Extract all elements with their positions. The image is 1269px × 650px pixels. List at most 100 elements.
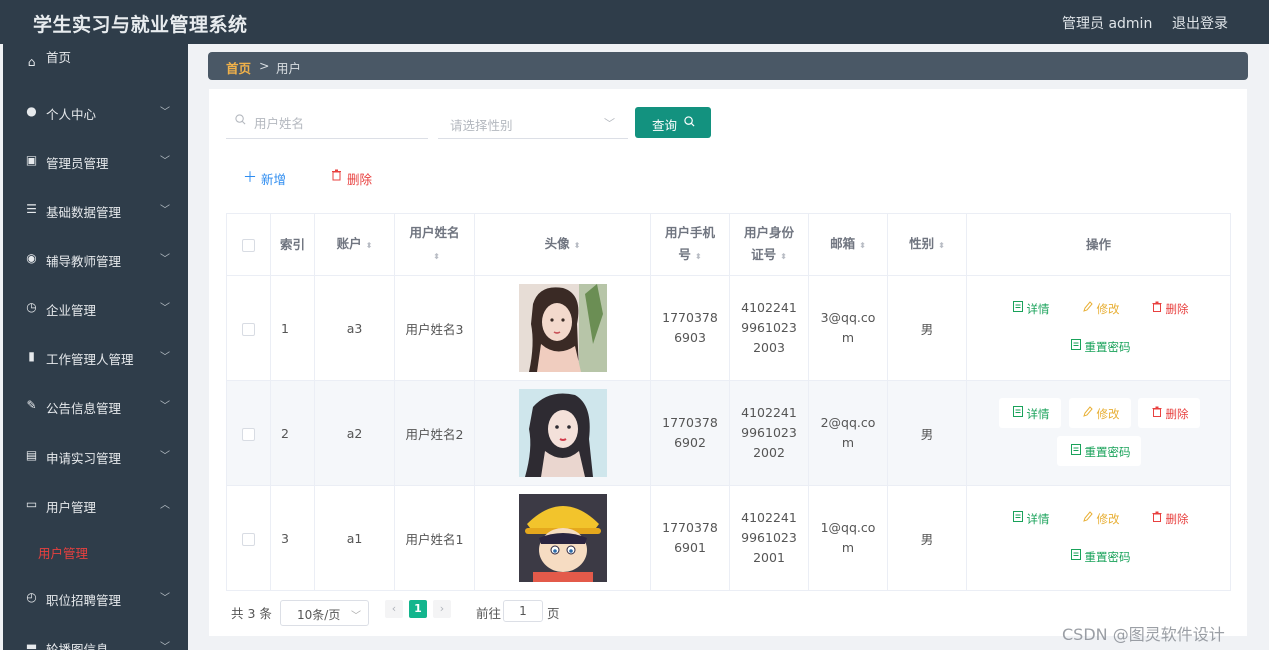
cell-ops: 详情 修改 删除 重置密码	[966, 275, 1231, 381]
document-icon	[1070, 339, 1081, 350]
current-user-label: 管理员 admin	[1062, 16, 1153, 32]
delete-label: 删除	[1165, 407, 1189, 421]
logout-button[interactable]: 退出登录	[1172, 13, 1228, 33]
column-label: 用户手机号	[664, 224, 715, 262]
edit-button[interactable]: 修改	[1069, 503, 1131, 533]
user-name-input[interactable]	[252, 111, 426, 135]
sidebar-item-home[interactable]: ⌂ 首页	[3, 44, 188, 84]
detail-button[interactable]: 详情	[999, 503, 1061, 533]
cell-idcard: 410224199610232001	[729, 485, 809, 591]
delete-label: 删除	[1165, 512, 1189, 526]
sidebar-item-personal-center[interactable]: ● 个人中心 ﹀	[3, 93, 188, 133]
cell-avatar	[474, 485, 651, 591]
row-checkbox[interactable]	[242, 427, 255, 441]
goto-page-input[interactable]: 1	[503, 600, 543, 622]
prev-page-button[interactable]: ‹	[385, 600, 403, 618]
edit-button[interactable]: 修改	[1069, 293, 1131, 323]
select-all-header	[226, 213, 271, 276]
email-text: 2@qq.com	[820, 415, 876, 450]
sidebar-item-tutor-management[interactable]: ◉ 辅导教师管理 ﹀	[3, 240, 188, 280]
query-button[interactable]: 查询	[635, 107, 711, 138]
reset-password-button[interactable]: 重置密码	[1056, 436, 1141, 466]
email-text: 3@qq.com	[820, 310, 876, 345]
user-avatar-image[interactable]	[518, 284, 607, 372]
user-avatar-image[interactable]	[518, 494, 607, 582]
compass-icon: ◷	[26, 300, 37, 314]
delete-button[interactable]: 删除	[1137, 398, 1200, 428]
column-header-account[interactable]: 账户 ⬍	[314, 213, 395, 276]
edit-button[interactable]: 修改	[1068, 398, 1131, 428]
cell-index: 1	[270, 275, 315, 381]
user-avatar-image[interactable]	[518, 389, 607, 477]
clipboard-icon: ▣	[25, 153, 38, 167]
reset-password-label: 重置密码	[1084, 340, 1131, 354]
sidebar-item-label: 基础数据管理	[46, 205, 122, 220]
chevron-down-icon: ﹀	[160, 107, 170, 118]
column-header-avatar[interactable]: 头像 ⬍	[474, 213, 651, 276]
sidebar-item-internship-application[interactable]: ▤ 申请实习管理 ﹀	[3, 437, 188, 477]
trash-icon	[1152, 511, 1161, 522]
column-header-email[interactable]: 邮箱 ⬍	[808, 213, 888, 276]
query-button-label: 查询	[652, 118, 678, 133]
sidebar-item-label: 首页	[46, 50, 72, 65]
sidebar-item-enterprise-management[interactable]: ◷ 企业管理 ﹀	[3, 289, 188, 329]
sidebar-item-work-manager[interactable]: ▮ 工作管理人管理 ﹀	[3, 338, 188, 378]
chevron-down-icon: ﹀	[160, 254, 170, 265]
goto-label: 前往	[476, 606, 502, 621]
column-header-gender[interactable]: 性别 ⬍	[887, 213, 967, 276]
chevron-up-icon: ︿	[160, 500, 170, 511]
page-size-select[interactable]: 10条/页 ﹀	[280, 600, 369, 626]
column-header-phone[interactable]: 用户手机号 ⬍	[650, 213, 730, 276]
chevron-down-icon: ﹀	[160, 303, 170, 314]
plus-icon: ＋	[243, 170, 257, 186]
sidebar-item-basic-data[interactable]: ☰ 基础数据管理 ﹀	[3, 191, 188, 231]
select-all-checkbox[interactable]	[242, 238, 255, 252]
batch-delete-label: 删除	[347, 172, 373, 187]
pagination: 共 3 条 10条/页 ﹀ ‹ 1 › 前往 1 页	[226, 598, 826, 626]
column-header-name[interactable]: 用户姓名 ⬍	[394, 213, 475, 276]
detail-button[interactable]: 详情	[999, 293, 1061, 323]
page-number-current[interactable]: 1	[409, 600, 427, 618]
reset-password-label: 重置密码	[1084, 550, 1131, 564]
cell-gender: 男	[887, 380, 967, 486]
delete-button[interactable]: 删除	[1138, 503, 1200, 533]
add-button[interactable]: ＋ 新增	[243, 167, 303, 187]
sidebar-item-user-management[interactable]: ▭ 用户管理 ︿	[3, 486, 188, 526]
document-icon	[1070, 549, 1081, 560]
gender-select-placeholder: 请选择性别	[450, 118, 513, 133]
batch-delete-button[interactable]: 删除	[331, 167, 391, 187]
idcard-text: 410224199610232003	[741, 300, 797, 355]
next-page-button[interactable]: ›	[433, 600, 451, 618]
trash-icon	[332, 169, 341, 181]
gender-select[interactable]: 请选择性别 ﹀	[438, 107, 628, 139]
row-operations: 详情 修改 删除 重置密码	[968, 276, 1230, 380]
sidebar-item-carousel[interactable]: ▬ 轮播图信息 ﹀	[3, 628, 188, 650]
breadcrumb: 首页 > 用户	[208, 52, 1248, 80]
sidebar-item-announcement[interactable]: ✎ 公告信息管理 ﹀	[3, 387, 188, 427]
reset-password-button[interactable]: 重置密码	[1057, 331, 1141, 361]
row-checkbox[interactable]	[242, 322, 255, 336]
sidebar-subitem-user-management[interactable]: 用户管理	[3, 532, 188, 572]
phone-text: 17703786902	[662, 415, 718, 450]
detail-label: 详情	[1026, 512, 1050, 526]
detail-button[interactable]: 详情	[998, 398, 1061, 428]
breadcrumb-home-link[interactable]: 首页	[226, 58, 251, 77]
reset-password-label: 重置密码	[1084, 445, 1131, 459]
sidebar-item-admin-management[interactable]: ▣ 管理员管理 ﹀	[3, 142, 188, 182]
column-header-idcard[interactable]: 用户身份证号 ⬍	[729, 213, 809, 276]
list-icon: ☰	[26, 202, 37, 216]
row-checkbox[interactable]	[242, 532, 255, 546]
chevron-down-icon: ﹀	[160, 205, 170, 216]
reset-password-button[interactable]: 重置密码	[1057, 541, 1141, 571]
delete-button[interactable]: 删除	[1138, 293, 1200, 323]
clock-icon: ◴	[26, 590, 37, 604]
home-icon: ⌂	[27, 55, 36, 69]
column-label: 用户姓名	[409, 224, 460, 240]
cell-gender: 男	[887, 275, 967, 381]
sidebar-item-label: 个人中心	[46, 107, 97, 122]
trash-icon	[1152, 406, 1161, 417]
sidebar: ⌂ 首页 ● 个人中心 ﹀ ▣ 管理员管理 ﹀ ☰ 基础数据管理 ﹀ ◉ 辅导教…	[3, 44, 188, 650]
cell-phone: 17703786901	[650, 485, 730, 591]
sidebar-item-job-recruitment[interactable]: ◴ 职位招聘管理 ﹀	[3, 579, 188, 619]
sidebar-item-label: 用户管理	[46, 500, 97, 515]
